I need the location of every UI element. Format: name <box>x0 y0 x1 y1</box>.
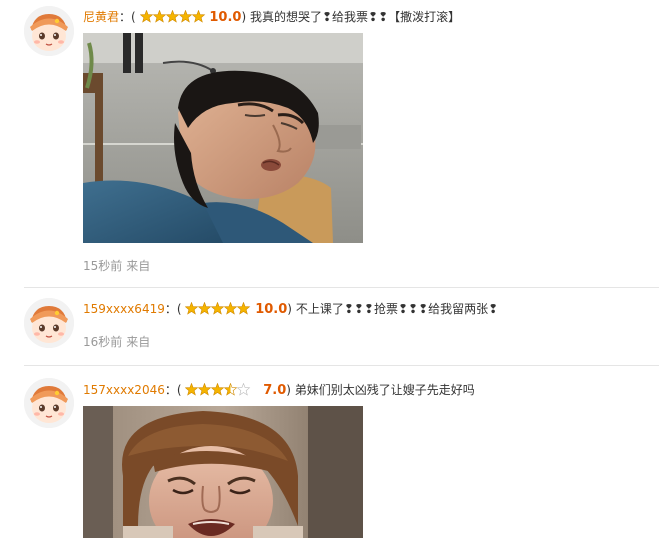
avatar[interactable] <box>24 298 74 348</box>
rating-score: 7.0 <box>263 383 287 398</box>
username-link[interactable]: 尼黄君 <box>83 10 119 24</box>
star-rating-icon <box>185 383 251 396</box>
rating-stars <box>185 383 251 396</box>
avatar[interactable] <box>24 6 74 56</box>
comment-item: 尼黄君：( 10.0) 我真的想哭了❢给我票❢❢【撒泼打滚】 15秒前 来自 <box>0 0 659 288</box>
close-paren: ) <box>287 302 292 316</box>
comment-meta: 16秒前 来自 <box>83 334 150 350</box>
avatar[interactable] <box>24 378 74 428</box>
rating-stars <box>185 302 251 315</box>
avatar-cartoon-icon <box>24 378 74 428</box>
rating-score: 10.0 <box>255 302 288 317</box>
star-rating-icon <box>139 10 205 23</box>
close-paren: ) <box>241 10 247 24</box>
comment-time: 16秒前 <box>83 335 123 349</box>
avatar-cartoon-icon <box>24 298 74 348</box>
rating-score: 10.0 <box>209 10 242 25</box>
photo-image <box>83 406 363 538</box>
username-link[interactable]: 159xxxx6419 <box>83 302 165 316</box>
photo-image <box>83 33 363 243</box>
username-link[interactable]: 157xxxx2046 <box>83 383 165 397</box>
comment-photo-sleeping-man[interactable] <box>83 33 363 243</box>
star-rating-icon <box>185 302 251 315</box>
colon: ： <box>119 10 132 24</box>
comment-text: 弟妹们别太凶残了让嫂子先走好吗 <box>294 383 475 397</box>
close-paren: ) <box>286 383 291 397</box>
source-link[interactable]: 来自 <box>126 335 150 349</box>
comment-header: 159xxxx6419：( 10.0) 不上课了❢❢❢抢票❢❢❢给我留两张❢ <box>83 301 498 318</box>
open-paren: ( <box>176 383 182 397</box>
rating-stars <box>139 10 206 23</box>
source-link[interactable]: 来自 <box>126 259 150 273</box>
comment-time: 15秒前 <box>83 259 123 273</box>
comment-text: 不上课了❢❢❢抢票❢❢❢给我留两张❢ <box>295 302 499 316</box>
comment-meta: 15秒前 来自 <box>83 258 150 274</box>
comment-header: 尼黄君：( 10.0) 我真的想哭了❢给我票❢❢【撒泼打滚】 <box>83 9 460 26</box>
colon: ： <box>164 302 177 316</box>
comment-photo-crying-face[interactable] <box>83 406 363 538</box>
colon: ： <box>164 383 177 397</box>
open-paren: ( <box>176 302 182 316</box>
comment-text: 我真的想哭了❢给我票❢❢【撒泼打滚】 <box>249 10 461 24</box>
avatar-cartoon-icon <box>24 6 74 56</box>
open-paren: ( <box>131 10 136 24</box>
comment-item: 159xxxx6419：( 10.0) 不上课了❢❢❢抢票❢❢❢给我留两张❢ 1… <box>0 288 659 366</box>
comment-header: 157xxxx2046：( 7.0) 弟妹们别太凶残了让嫂子先走好吗 <box>83 382 475 399</box>
comment-item: 157xxxx2046：( 7.0) 弟妹们别太凶残了让嫂子先走好吗 <box>0 366 659 538</box>
